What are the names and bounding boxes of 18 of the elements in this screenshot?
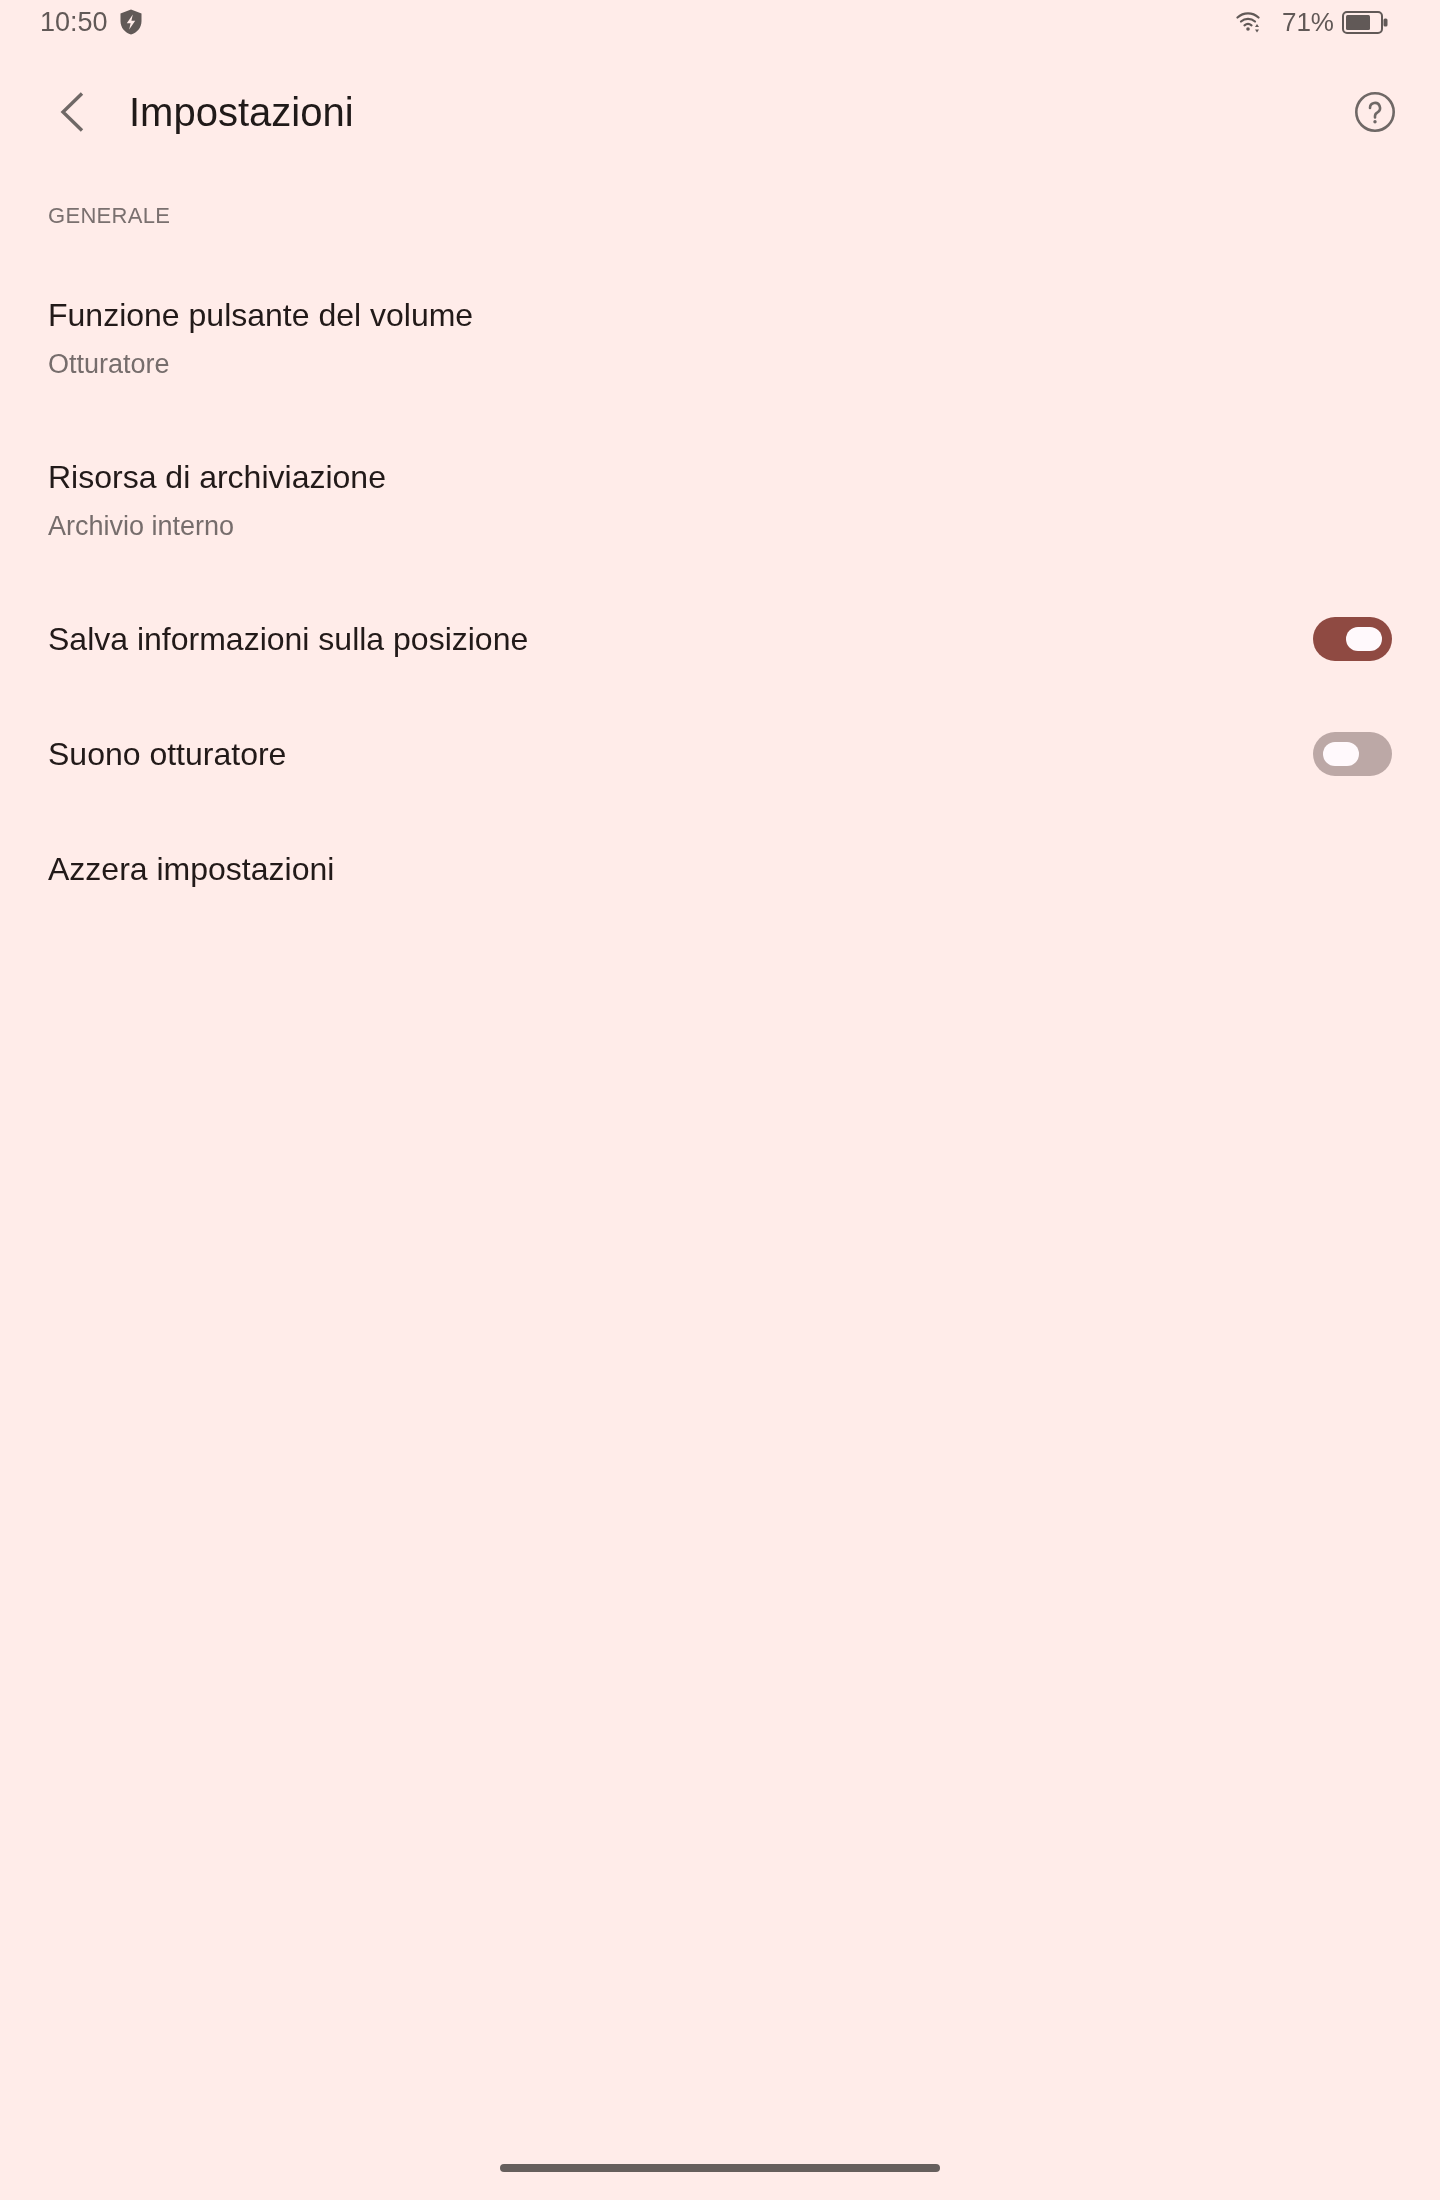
status-time: 10:50 — [40, 7, 108, 37]
battery-percentage: 71% — [1281, 7, 1334, 37]
toggle-switch[interactable] — [1313, 616, 1392, 661]
wifi-icon — [1235, 11, 1262, 33]
setting-title[interactable]: Salva informazioni sulla posizione — [48, 618, 529, 659]
setting-value: Archivio interno — [48, 510, 235, 543]
setting-title[interactable]: Funzione pulsante del volume — [48, 295, 474, 335]
toggle-switch[interactable] — [1313, 731, 1392, 776]
setting-value: Otturatore — [48, 348, 170, 381]
back-icon[interactable] — [60, 92, 84, 132]
page-title: Impostazioni — [129, 89, 355, 136]
setting-title[interactable]: Azzera impostazioni — [48, 848, 335, 889]
setting-title[interactable]: Risorsa di archiviazione — [48, 457, 386, 497]
setting-title[interactable]: Suono otturatore — [48, 733, 287, 774]
help-icon[interactable] — [1355, 92, 1395, 132]
battery-icon — [1342, 10, 1388, 34]
shield-bolt-icon — [119, 9, 142, 35]
section-header: GENERALE — [47, 202, 172, 230]
